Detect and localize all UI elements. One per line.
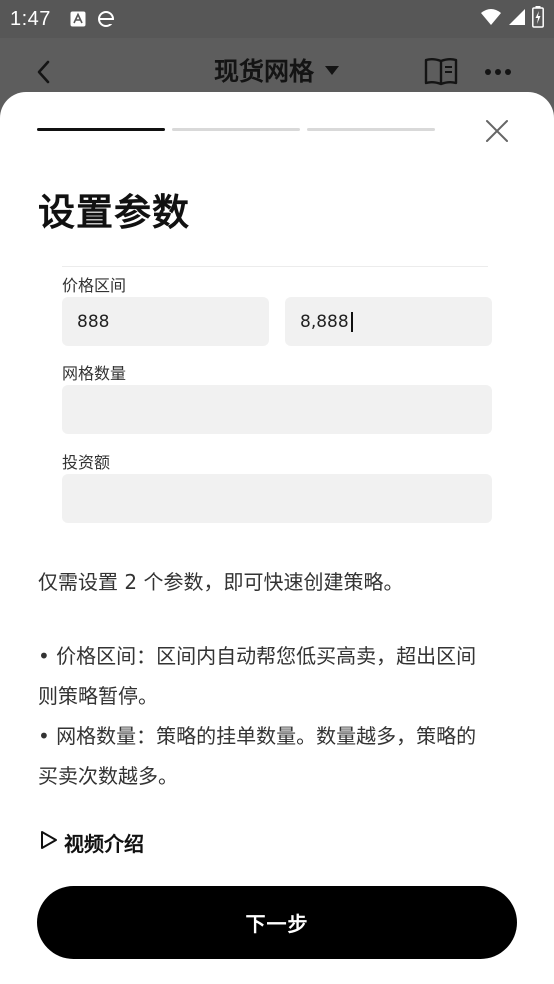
bullet-price-range: • 价格区间：区间内自动帮您低买高卖，超出区间 则策略暂停。 <box>38 636 522 716</box>
status-time: 1:47 <box>10 7 51 30</box>
next-step-button[interactable]: 下一步 <box>37 886 517 959</box>
price-range-label: 价格区间 <box>62 276 127 295</box>
step-progress-segment-2 <box>172 128 300 131</box>
bullet-price-range-line1: • 价格区间：区间内自动帮您低买高卖，超出区间 <box>38 644 477 668</box>
step-progress <box>37 128 435 131</box>
video-intro-link[interactable]: 视频介绍 <box>40 828 144 857</box>
price-low-value: 888 <box>77 311 110 332</box>
more-dots-icon[interactable] <box>480 60 516 84</box>
price-high-value: 8,888 <box>300 311 349 332</box>
investment-field <box>62 474 492 523</box>
close-icon[interactable] <box>484 118 512 146</box>
battery-charging-icon <box>532 6 544 32</box>
video-intro-label: 视频介绍 <box>64 832 144 856</box>
bullet-grid-count-line2: 买卖次数越多。 <box>38 764 178 788</box>
investment-label: 投资额 <box>62 453 111 472</box>
illustration-divider <box>62 266 488 267</box>
a-box-icon <box>69 10 87 28</box>
text-caret <box>350 311 353 332</box>
grid-count-field <box>62 385 492 434</box>
step-progress-segment-1 <box>37 128 165 131</box>
status-bar: 1:47 <box>0 0 554 38</box>
parameters-illustration: 价格区间 888 8,888 网格数量 投资额 <box>58 266 494 528</box>
price-low-field: 888 <box>62 297 269 346</box>
price-high-field: 8,888 <box>285 297 492 346</box>
step-progress-segment-3 <box>307 128 435 131</box>
cellular-signal-icon <box>508 8 526 30</box>
intro-text: 仅需设置 2 个参数，即可快速创建策略。 <box>38 570 404 594</box>
sheet-title: 设置参数 <box>38 191 190 234</box>
grid-count-label: 网格数量 <box>62 364 127 383</box>
wifi-icon <box>480 8 502 30</box>
bullet-price-range-line2: 则策略暂停。 <box>38 684 158 708</box>
book-icon[interactable] <box>424 56 460 88</box>
dropdown-caret-icon <box>324 61 340 80</box>
nav-title: 现货网格 <box>213 57 314 86</box>
nav-title-group[interactable]: 现货网格 <box>0 52 554 88</box>
edge-browser-icon <box>97 10 115 28</box>
bullet-grid-count: • 网格数量：策略的挂单数量。数量越多，策略的 买卖次数越多。 <box>38 716 522 796</box>
play-outline-icon <box>40 830 58 855</box>
bullet-grid-count-line1: • 网格数量：策略的挂单数量。数量越多，策略的 <box>38 724 477 748</box>
bottom-sheet: 设置参数 价格区间 888 8,888 网格数量 投资额 仅需设置 2 个参数，… <box>0 92 554 984</box>
